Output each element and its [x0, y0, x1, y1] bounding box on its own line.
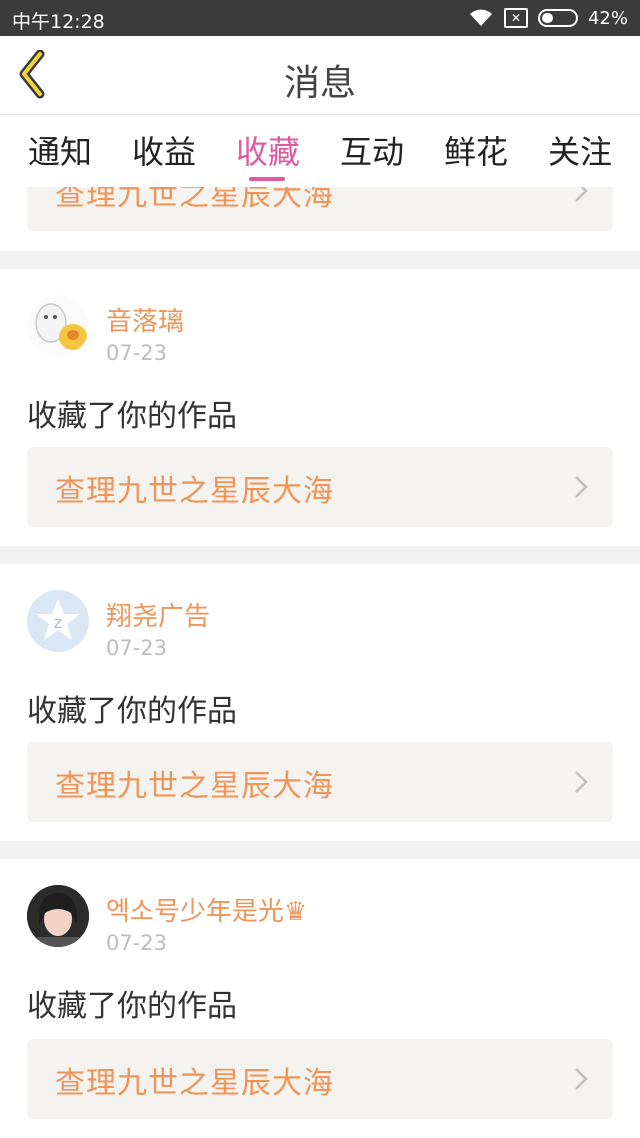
work-title: 查理九世之星辰大海: [55, 1066, 334, 1101]
work-title: 查理九世之星辰大海: [55, 769, 334, 804]
header-bar: 消息: [0, 36, 640, 115]
no-sim-icon: ✕: [503, 8, 528, 28]
username[interactable]: 엑소号少年是光♛: [106, 891, 307, 928]
tab-favorites[interactable]: 收藏: [223, 127, 313, 173]
tab-interaction[interactable]: 互动: [327, 127, 417, 173]
date: 07-23: [106, 636, 168, 660]
action-text: 收藏了你的作品: [27, 694, 237, 729]
active-tab-indicator: [249, 177, 285, 181]
avatar[interactable]: [27, 295, 89, 357]
status-icons: ✕ 42%: [468, 6, 628, 30]
list-item: z 翔尧广告 07-23 收藏了你的作品 查理九世之星辰大海: [0, 564, 640, 841]
work-link[interactable]: 查理九世之星辰大海: [27, 742, 613, 822]
avatar-image: [27, 885, 89, 947]
svg-text:z: z: [54, 613, 62, 632]
tab-flowers[interactable]: 鲜花: [431, 127, 521, 173]
chevron-right-icon: [575, 1068, 588, 1090]
list-item: 音落璃 07-23 收藏了你的作品 查理九世之星辰大海: [0, 269, 640, 546]
avatar[interactable]: [27, 885, 89, 947]
work-link[interactable]: 查理九世之星辰大海: [27, 1039, 613, 1119]
list-item: 查理九世之星辰大海: [0, 187, 640, 251]
chevron-right-icon: [575, 771, 588, 793]
work-title: 查理九世之星辰大海: [55, 187, 334, 213]
tab-follow[interactable]: 关注: [535, 127, 625, 173]
page-title: 消息: [283, 63, 356, 104]
battery-percent: 42%: [587, 7, 628, 29]
action-text: 收藏了你的作品: [27, 399, 237, 434]
work-link[interactable]: 查理九世之星辰大海: [27, 447, 613, 527]
tab-notice[interactable]: 通知: [15, 127, 105, 173]
username[interactable]: 翔尧广告: [106, 596, 210, 633]
avatar-image: [27, 295, 89, 357]
tab-earnings[interactable]: 收益: [119, 127, 209, 173]
work-title: 查理九世之星辰大海: [55, 474, 334, 509]
list-item: 엑소号少年是光♛ 07-23 收藏了你的作品 查理九世之星辰大海: [0, 859, 640, 1138]
battery-icon: [537, 9, 578, 27]
date: 07-23: [106, 341, 168, 365]
wifi-icon: [469, 9, 492, 26]
chevron-right-icon: [575, 187, 588, 202]
avatar[interactable]: z: [27, 590, 89, 652]
chevron-right-icon: [575, 476, 588, 498]
star-icon: z: [27, 590, 89, 652]
status-bar: 中午12:28 ✕ 42%: [0, 0, 640, 36]
date: 07-23: [106, 931, 168, 955]
work-link[interactable]: 查理九世之星辰大海: [27, 187, 613, 231]
tab-bar: 通知 收益 收藏 互动 鲜花 关注: [0, 115, 640, 187]
username[interactable]: 音落璃: [106, 301, 184, 338]
action-text: 收藏了你的作品: [27, 989, 237, 1024]
status-time: 中午12:28: [12, 11, 105, 33]
